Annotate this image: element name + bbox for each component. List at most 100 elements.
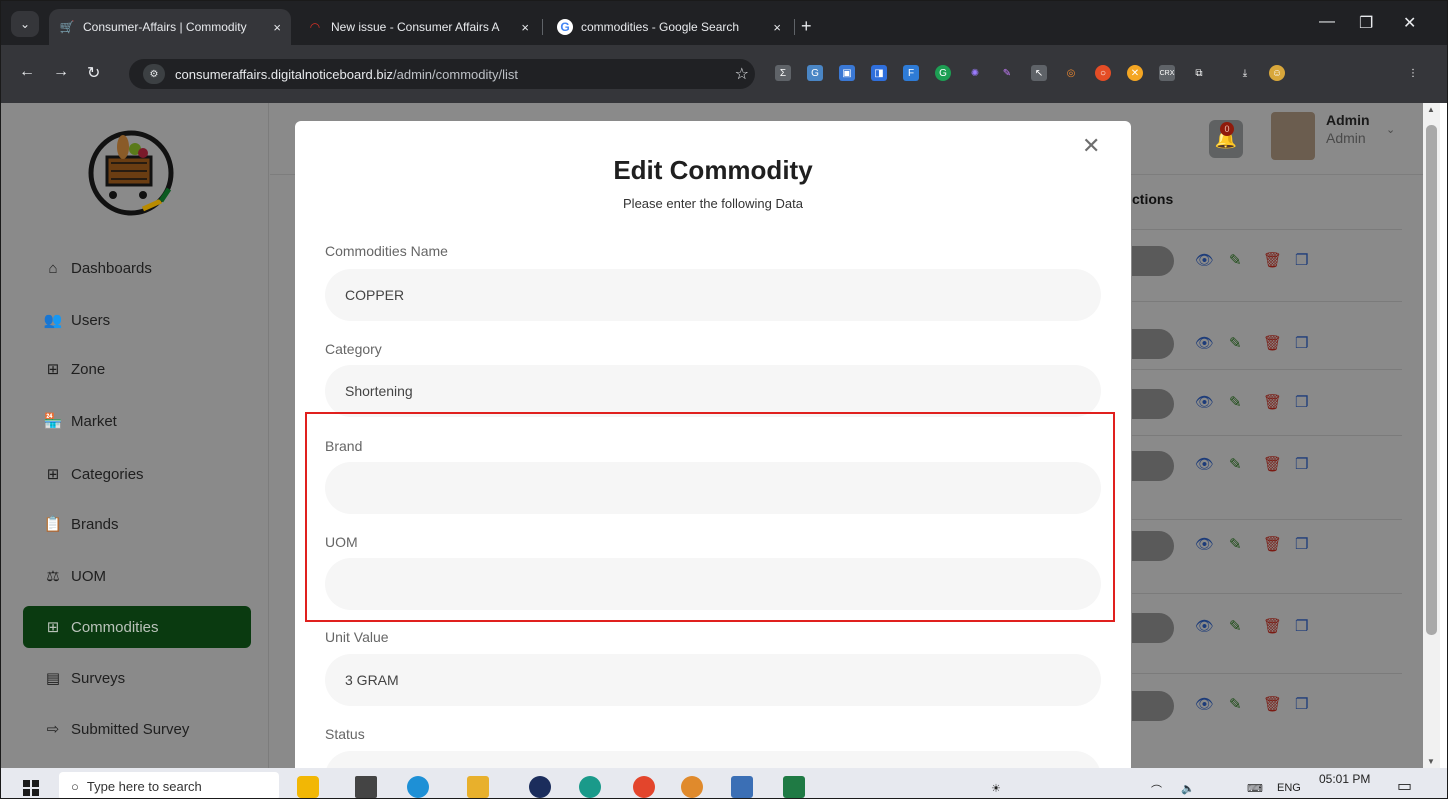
extension-x-icon[interactable]: ✕ <box>1127 65 1143 81</box>
page-scrollbar[interactable]: ▲ ▼ <box>1423 103 1440 768</box>
clock-time[interactable]: 05:01 PM <box>1319 772 1370 786</box>
status-toggle[interactable] <box>1132 531 1174 561</box>
sidebar-item-surveys[interactable]: ▤ Surveys <box>23 657 251 699</box>
brand-select[interactable] <box>325 462 1101 514</box>
weather-tray-icon[interactable]: ☀ <box>991 782 1001 795</box>
edit-pencil-icon[interactable]: ✎ <box>1229 334 1242 352</box>
notification-center-icon[interactable]: ▭ <box>1397 776 1412 796</box>
extension-crx-icon[interactable]: CRX <box>1159 65 1175 81</box>
task-view-icon[interactable] <box>355 776 377 798</box>
edge-icon[interactable] <box>579 776 601 798</box>
trash-icon[interactable]: 🗑 <box>1263 334 1282 352</box>
eye-icon[interactable]: 👁 <box>1195 251 1214 269</box>
sidebar-item-dashboards[interactable]: ⌂ Dashboards <box>23 247 251 289</box>
sidebar-item-submitted-survey[interactable]: ⇨ Submitted Survey <box>23 708 251 750</box>
chevron-down-icon[interactable]: ⌄ <box>1386 123 1395 136</box>
avatar[interactable] <box>1271 112 1315 160</box>
extension-window-icon[interactable]: ◨ <box>871 65 887 81</box>
restore-icon[interactable]: ❐ <box>1359 13 1373 33</box>
tab-google-search[interactable]: G commodities - Google Search × <box>547 9 791 45</box>
copy-icon[interactable]: ❐ <box>1295 617 1308 635</box>
firefox-icon[interactable] <box>681 776 703 798</box>
trash-icon[interactable]: 🗑 <box>1263 695 1282 713</box>
language-indicator[interactable]: ENG <box>1277 782 1301 794</box>
extension-ring-icon[interactable]: ○ <box>1095 65 1111 81</box>
extensions-puzzle-icon[interactable]: ⧉ <box>1191 65 1207 81</box>
scrollbar-thumb[interactable] <box>1426 125 1437 635</box>
category-select[interactable]: Shortening <box>325 365 1101 417</box>
app-icon[interactable] <box>529 776 551 798</box>
sidebar-item-commodities[interactable]: ⊞ Commodities <box>23 606 251 648</box>
copy-icon[interactable]: ❐ <box>1295 455 1308 473</box>
sidebar-item-brands[interactable]: 📋 Brands <box>23 503 251 545</box>
edit-pencil-icon[interactable]: ✎ <box>1229 393 1242 411</box>
eye-icon[interactable]: 👁 <box>1195 455 1214 473</box>
copy-icon[interactable]: ❐ <box>1295 535 1308 553</box>
chrome-icon[interactable] <box>633 776 655 798</box>
tab-close-icon[interactable]: × <box>773 20 781 35</box>
sidebar-item-market[interactable]: 🏪 Market <box>23 400 251 442</box>
trash-icon[interactable]: 🗑 <box>1263 455 1282 473</box>
back-arrow-icon[interactable]: ← <box>19 63 35 81</box>
extension-translate-icon[interactable]: G <box>807 65 823 81</box>
status-toggle[interactable] <box>1132 613 1174 643</box>
download-icon[interactable]: ⤓ <box>1237 65 1253 81</box>
close-window-icon[interactable]: ✕ <box>1403 13 1416 33</box>
trash-icon[interactable]: 🗑 <box>1263 251 1282 269</box>
eye-icon[interactable]: 👁 <box>1195 334 1214 352</box>
admin-name[interactable]: Admin <box>1326 112 1370 128</box>
notepad-icon[interactable] <box>731 776 753 798</box>
status-toggle[interactable] <box>1132 246 1174 276</box>
extension-cursor-icon[interactable]: ↖ <box>1031 65 1047 81</box>
taskbar-search-input[interactable]: ○ Type here to search <box>59 772 279 798</box>
network-icon[interactable]: ⌒ <box>1151 782 1162 798</box>
copy-icon[interactable]: ❐ <box>1295 334 1308 352</box>
status-toggle[interactable] <box>1132 691 1174 721</box>
sidebar-item-uom[interactable]: ⚖ UOM <box>23 555 251 597</box>
extension-screen-icon[interactable]: ▣ <box>839 65 855 81</box>
status-toggle[interactable] <box>1132 329 1174 359</box>
extension-swirl-icon[interactable]: ◎ <box>1063 65 1079 81</box>
status-toggle[interactable] <box>1132 389 1174 419</box>
scroll-down-icon[interactable]: ▼ <box>1427 757 1435 766</box>
address-bar[interactable]: ⚙ consumeraffairs.digitalnoticeboard.biz… <box>129 59 755 89</box>
skype-icon[interactable] <box>407 776 429 798</box>
volume-icon[interactable]: 🔈 <box>1181 782 1195 795</box>
file-explorer-icon[interactable] <box>467 776 489 798</box>
trash-icon[interactable]: 🗑 <box>1263 535 1282 553</box>
unit-value-input[interactable]: 3 GRAM <box>325 654 1101 706</box>
forward-arrow-icon[interactable]: → <box>53 63 69 81</box>
extension-quill-icon[interactable]: ✎ <box>999 65 1015 81</box>
extension-gear-icon[interactable]: ✺ <box>967 65 983 81</box>
tab-close-icon[interactable]: × <box>273 20 281 35</box>
extension-fi-icon[interactable]: F <box>903 65 919 81</box>
eye-icon[interactable]: 👁 <box>1195 393 1214 411</box>
sidebar-item-categories[interactable]: ⊞ Categories <box>23 453 251 495</box>
edit-pencil-icon[interactable]: ✎ <box>1229 251 1242 269</box>
tab-close-icon[interactable]: × <box>521 20 529 35</box>
uom-select[interactable] <box>325 558 1101 610</box>
edit-pencil-icon[interactable]: ✎ <box>1229 535 1242 553</box>
eye-icon[interactable]: 👁 <box>1195 617 1214 635</box>
scroll-up-icon[interactable]: ▲ <box>1427 105 1435 114</box>
tab-new-issue[interactable]: ◠ New issue - Consumer Affairs A × <box>297 9 539 45</box>
commodity-name-input[interactable]: COPPER <box>325 269 1101 321</box>
site-info-icon[interactable]: ⚙ <box>143 64 165 84</box>
extension-grammarly-icon[interactable]: G <box>935 65 951 81</box>
status-toggle[interactable] <box>1132 451 1174 481</box>
sidebar-item-users[interactable]: 👥 Users <box>23 299 251 341</box>
copy-icon[interactable]: ❐ <box>1295 393 1308 411</box>
reload-icon[interactable]: ↻ <box>87 63 100 83</box>
minimize-icon[interactable]: — <box>1319 13 1335 31</box>
sidebar-item-zone[interactable]: ⊞ Zone <box>23 348 251 390</box>
copy-icon[interactable]: ❐ <box>1295 251 1308 269</box>
tab-consumer-affairs[interactable]: 🛒 Consumer-Affairs | Commodity × <box>49 9 291 45</box>
eye-icon[interactable]: 👁 <box>1195 535 1214 553</box>
bookmark-star-icon[interactable]: ☆ <box>735 64 749 84</box>
new-tab-button[interactable]: + <box>801 16 812 37</box>
profile-avatar-icon[interactable]: ☺ <box>1269 65 1285 81</box>
edit-pencil-icon[interactable]: ✎ <box>1229 695 1242 713</box>
tab-search-button[interactable]: ⌄ <box>11 11 39 37</box>
chrome-menu-icon[interactable]: ⋮ <box>1405 65 1421 81</box>
ime-icon[interactable]: ⌨ <box>1247 782 1263 795</box>
